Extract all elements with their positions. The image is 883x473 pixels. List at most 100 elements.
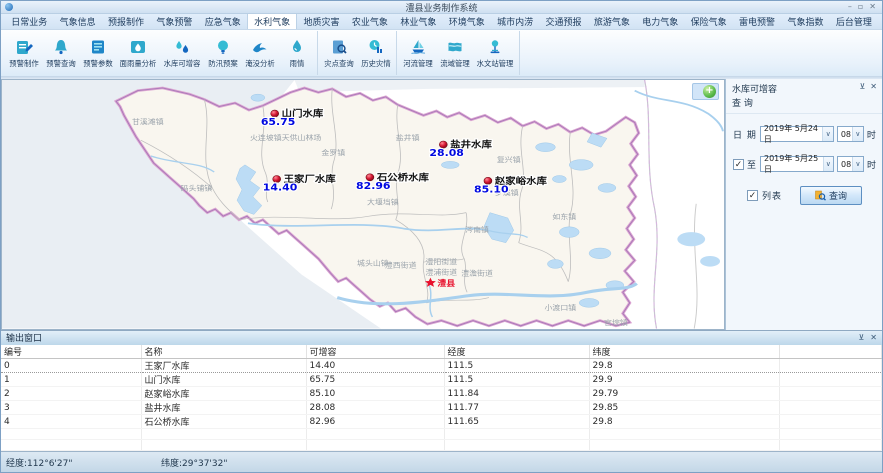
chevron-down-icon: ∨ [823,157,833,171]
disaster-history-icon [366,37,386,57]
table-row-empty [1,440,882,451]
submerge-analysis-button[interactable]: 淹没分析 [241,31,278,75]
date-from-select[interactable]: 2019年 5月24日∨ [760,126,834,142]
title-bar: 澧县业务制作系统 – ▫ ✕ [1,1,882,14]
disaster-point-icon [329,37,349,57]
town-label: 涔南镇 [465,225,489,234]
town-label: 官垸镇 [604,317,628,326]
pin-icon[interactable]: ⊻ [859,82,865,91]
menu-tab[interactable]: 日常业务 [5,13,53,29]
rain-info-button[interactable]: 雨情 [278,31,315,75]
rain-info-icon [287,37,307,57]
submerge-analysis-icon [250,37,270,57]
menu-tab[interactable]: 保险气象 [684,13,732,29]
column-header[interactable]: 编号 [1,345,141,359]
menu-tab[interactable]: 交通预报 [539,13,587,29]
menu-tab[interactable]: 环境气象 [443,13,491,29]
reservoir-capacity-icon [172,37,192,57]
menu-tab[interactable]: 地质灾害 [297,13,345,29]
table-row[interactable]: 3盐井水库28.08111.7729.85 [1,401,882,415]
chevron-down-icon: ∨ [852,127,863,141]
output-window-title: 输出窗口 [6,331,42,344]
column-header[interactable]: 经度 [444,345,589,359]
menu-tab[interactable]: 后台管理 [830,13,878,29]
flood-plan-button[interactable]: 防汛预案 [204,31,241,75]
maximize-button[interactable]: ▫ [858,3,863,11]
column-header[interactable]: 名称 [141,345,306,359]
hour-to-select[interactable]: 08∨ [837,156,864,172]
column-header-blank [779,345,882,359]
column-header[interactable]: 纬度 [589,345,779,359]
reservoir-capacity-value: 82.96 [356,180,390,191]
date-label: 日 期 [733,128,757,141]
chevron-down-icon: ∨ [822,127,832,141]
longitude-readout: 经度:112°6'27" [6,456,161,469]
city-label: 澧县 [437,279,455,288]
query-button[interactable]: 查询 [800,186,862,205]
menu-tab[interactable]: 雷电预警 [733,13,781,29]
area-rain-analysis-button[interactable]: 面雨量分析 [116,31,160,75]
list-checkbox[interactable]: ✓ [747,190,758,201]
chevron-down-icon: ∨ [852,157,863,171]
menu-tab[interactable]: 林业气象 [394,13,442,29]
output-close-icon[interactable]: ✕ [870,333,877,342]
river-manage-button[interactable]: 河流管理 [399,31,436,75]
table-row[interactable]: 4石公桥水库82.96111.6529.8 [1,415,882,429]
menu-tab[interactable]: 预报制作 [102,13,150,29]
query-button-icon [815,190,826,201]
table-row[interactable]: 0王家厂水库14.40111.529.8 [1,359,882,373]
ribbon-toolbar: 预警制作 预警查询 预警参数 面雨量分析 水库可增容 防汛预案 [1,30,882,76]
latitude-readout: 纬度:29°37'32" [161,456,228,469]
reservoir-capacity-value: 14.40 [263,182,297,193]
hydro-station-manage-button[interactable]: 水文站管理 [473,31,517,75]
alert-query-button[interactable]: 预警查询 [42,31,79,75]
reservoir-capacity-value: 85.10 [474,184,508,195]
table-row-empty [1,429,882,440]
reservoir-capacity-value: 28.08 [429,148,463,159]
menu-tab[interactable]: 城市内涝 [491,13,539,29]
table-row[interactable]: 2赵家峪水库85.10111.8429.79 [1,387,882,401]
menu-tab[interactable]: 气象指数 [781,13,829,29]
river-manage-icon [408,37,428,57]
hour-unit-label: 时 [867,128,877,141]
menu-tab[interactable]: 应急气象 [199,13,247,29]
alert-create-button[interactable]: 预警制作 [5,31,42,75]
map-canvas[interactable]: 澧县 甘溪滩镇码头铺镇火连坡镇天供山林场金罗镇盐井镇复兴镇梦溪镇如东镇涔南镇大堰… [1,79,725,330]
town-label: 澧阳街道 [425,256,457,265]
alert-edit-icon [14,37,34,57]
alert-params-button[interactable]: 预警参数 [79,31,116,75]
disaster-point-query-button[interactable]: 灾点查询 [320,31,357,75]
status-bar: 经度:112°6'27" 纬度:29°37'32" [1,451,882,472]
to-date-checkbox[interactable]: ✓ [733,159,744,170]
pin-icon[interactable]: ⊻ [858,333,864,342]
menu-tab[interactable]: 农业气象 [346,13,394,29]
menu-tab[interactable]: 气象信息 [53,13,101,29]
app-window: 澧县业务制作系统 – ▫ ✕ 日常业务 气象信息 预报制作 气象预警 应急气象 … [0,0,883,473]
minimize-button[interactable]: – [848,3,852,11]
disaster-history-button[interactable]: 历史灾情 [357,31,394,75]
town-label: 澧澹街道 [461,268,493,277]
reservoir-table: 编号 名称 可增容 经度 纬度 0王家厂水库14.40111.529.81山门水… [1,345,882,452]
table-row[interactable]: 1山门水库65.75111.529.9 [1,373,882,387]
menu-tab-active[interactable]: 水利气象 [247,12,297,29]
basin-manage-icon [445,37,465,57]
town-label: 天供山林场 [282,133,322,142]
menu-tab[interactable]: 电力气象 [636,13,684,29]
town-label: 澧西街道 [385,260,417,269]
panel-query-tab: 查 询 [726,95,882,114]
reservoir-capacity-button[interactable]: 水库可增容 [160,31,204,75]
menu-tab[interactable]: 气象预警 [150,13,198,29]
reservoir-capacity-value: 65.75 [261,117,295,128]
flood-plan-icon [213,37,233,57]
close-button[interactable]: ✕ [869,3,876,11]
map-zoom-in-button[interactable]: + [692,83,719,100]
date-to-select[interactable]: 2019年 5月25日∨ [760,156,834,172]
town-label: 澧浦街道 [425,267,457,276]
panel-close-icon[interactable]: ✕ [870,82,877,91]
menu-tab[interactable]: 旅游气象 [588,13,636,29]
hour-from-select[interactable]: 08∨ [837,126,864,142]
basin-manage-button[interactable]: 流域管理 [436,31,473,75]
county-map: 澧县 甘溪滩镇码头铺镇火连坡镇天供山林场金罗镇盐井镇复兴镇梦溪镇如东镇涔南镇大堰… [2,80,724,329]
column-header[interactable]: 可增容 [306,345,444,359]
town-label: 甘溪滩镇 [132,117,164,126]
